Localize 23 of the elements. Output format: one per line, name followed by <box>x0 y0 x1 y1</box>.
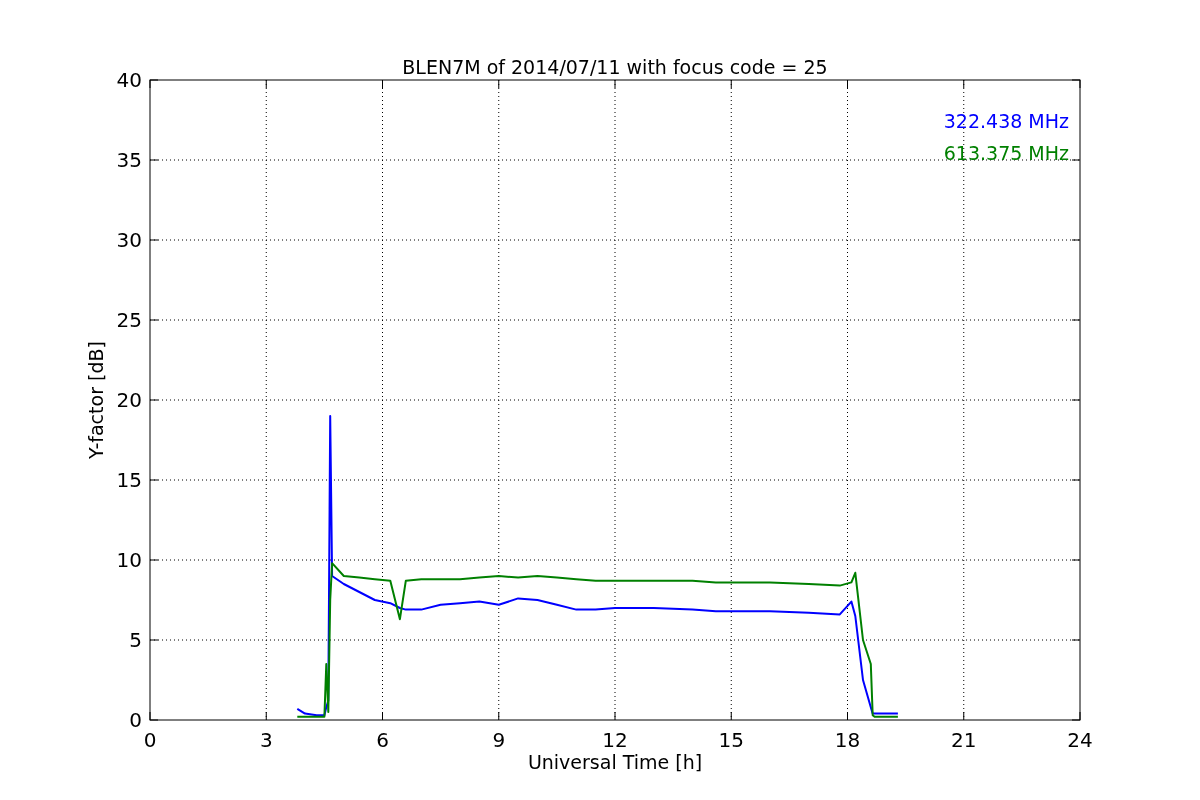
axis-tick-label: 0 <box>143 728 157 752</box>
axis-tick-label: 3 <box>259 728 273 752</box>
axis-tick-label: 12 <box>602 728 628 752</box>
y-axis-label: Y-factor [dB] <box>85 341 107 459</box>
axis-tick-label: 10 <box>116 548 142 572</box>
axis-tick-label: 40 <box>116 68 142 92</box>
axis-tick-label: 6 <box>376 728 389 752</box>
axis-tick-label: 15 <box>116 468 142 492</box>
axis-tick-label: 30 <box>116 228 142 252</box>
axis-tick-label: 20 <box>116 388 142 412</box>
axis-tick-label: 5 <box>129 628 142 652</box>
chart-title: BLEN7M of 2014/07/11 with focus code = 25 <box>402 56 828 78</box>
x-axis-label: Universal Time [h] <box>527 751 703 773</box>
axis-tick-label: 0 <box>129 708 142 732</box>
axis-tick-label: 15 <box>718 728 744 752</box>
axis-tick-label: 9 <box>492 728 506 752</box>
axis-tick-label: 25 <box>116 308 142 332</box>
axis-tick-label: 24 <box>1067 728 1093 752</box>
axis-tick-label: 35 <box>116 148 142 172</box>
axis-tick-label: 18 <box>834 728 861 752</box>
axis-tick-label: 21 <box>951 728 977 752</box>
legend-label: 613.375 MHz <box>943 142 1069 164</box>
legend-label: 322.438 MHz <box>943 110 1069 132</box>
